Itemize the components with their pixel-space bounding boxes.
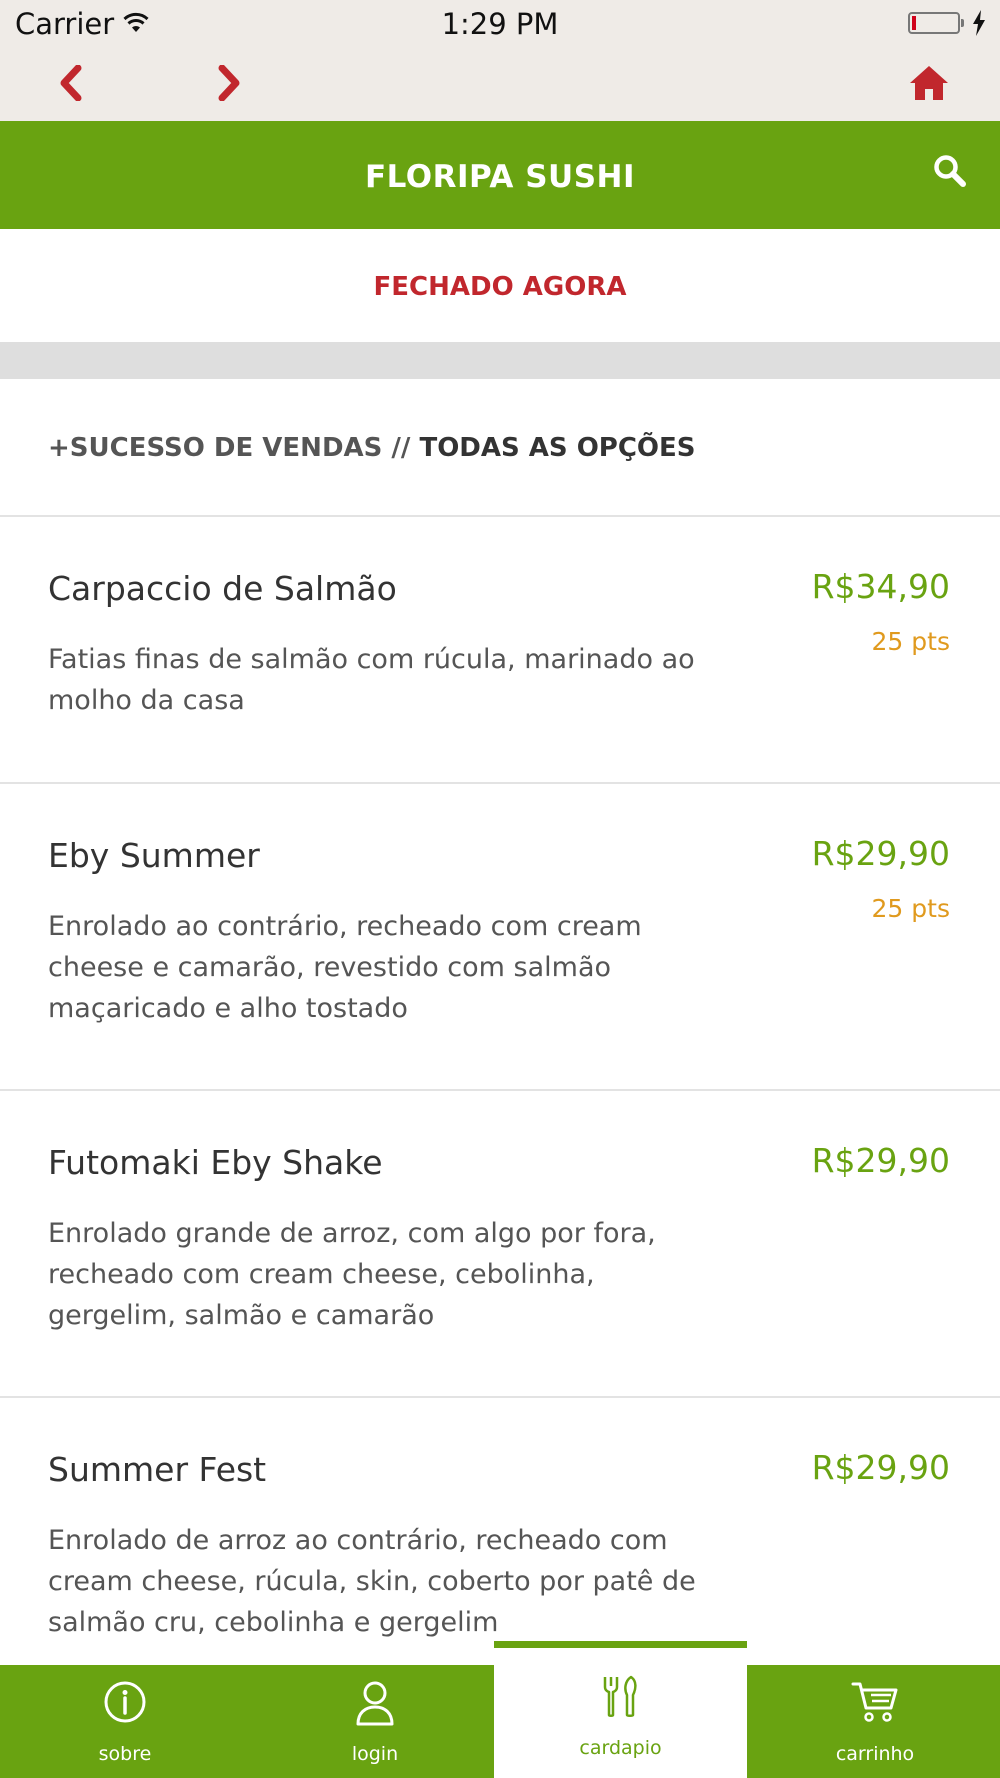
section-title: +SUCESSO DE VENDAS // TODAS AS OPÇÕES [48, 433, 696, 463]
closed-status-text: FECHADO AGORA [373, 272, 627, 302]
search-button[interactable] [928, 151, 972, 195]
status-bar: Carrier 1:29 PM [0, 0, 1000, 50]
section-prefix[interactable]: +SUCESSO DE VENDAS // [48, 433, 419, 463]
item-name: Carpaccio de Salmão [48, 569, 397, 608]
item-price: R$29,90 [811, 834, 950, 873]
item-name: Summer Fest [48, 1450, 267, 1489]
tab-label: sobre [98, 1743, 152, 1765]
item-description: Enrolado grande de arroz, com algo por f… [48, 1218, 656, 1331]
item-price: R$34,90 [811, 567, 950, 606]
app-header: FLORIPA SUSHI [0, 121, 1000, 229]
tab-label: carrinho [835, 1743, 915, 1765]
user-icon [250, 1680, 500, 1726]
item-description: Enrolado de arroz ao contrário, recheado… [48, 1525, 696, 1638]
tab-bar: sobre login cardapio carrinho [0, 1641, 1000, 1778]
forward-button[interactable] [204, 60, 254, 110]
item-points: 25 pts [871, 627, 950, 656]
tab-label: cardapio [579, 1737, 662, 1759]
menu-item[interactable]: Futomaki Eby Shake Enrolado grande de ar… [0, 1091, 1000, 1398]
item-description: Enrolado ao contrário, recheado com crea… [48, 911, 642, 1024]
item-price: R$29,90 [811, 1448, 950, 1487]
page-title: FLORIPA SUSHI [364, 159, 636, 195]
home-icon [908, 64, 950, 106]
clock: 1:29 PM [441, 7, 559, 41]
navigation-bar [0, 50, 1000, 121]
item-price: R$29,90 [811, 1141, 950, 1180]
cart-icon [750, 1680, 1000, 1724]
active-tab-indicator [494, 1641, 747, 1648]
tab-sobre[interactable]: sobre [0, 1665, 250, 1778]
charging-bolt-icon [972, 10, 986, 40]
tab-cardapio[interactable]: cardapio [494, 1641, 747, 1778]
search-icon [933, 154, 967, 192]
home-button[interactable] [904, 60, 954, 110]
menu-item[interactable]: Carpaccio de Salmão Fatias finas de salm… [0, 517, 1000, 784]
divider-strip [0, 342, 1000, 379]
item-name: Futomaki Eby Shake [48, 1143, 383, 1182]
item-description: Fatias finas de salmão com rúcula, marin… [48, 644, 695, 716]
utensils-icon [494, 1675, 747, 1717]
tab-carrinho[interactable]: carrinho [750, 1665, 1000, 1778]
status-banner: FECHADO AGORA [0, 229, 1000, 342]
menu-item[interactable]: Eby Summer Enrolado ao contrário, rechea… [0, 784, 1000, 1091]
item-points: 25 pts [871, 894, 950, 923]
tab-login[interactable]: login [250, 1665, 500, 1778]
info-icon [0, 1680, 250, 1724]
back-button[interactable] [46, 60, 96, 110]
battery-tip [961, 19, 964, 27]
back-chevron-icon [58, 64, 84, 105]
forward-chevron-icon [216, 64, 242, 105]
item-name: Eby Summer [48, 836, 260, 875]
tab-label: login [351, 1743, 399, 1765]
section-name[interactable]: TODAS AS OPÇÕES [419, 433, 695, 463]
battery-icon [908, 12, 960, 34]
section-header: +SUCESSO DE VENDAS // TODAS AS OPÇÕES [0, 379, 1000, 517]
